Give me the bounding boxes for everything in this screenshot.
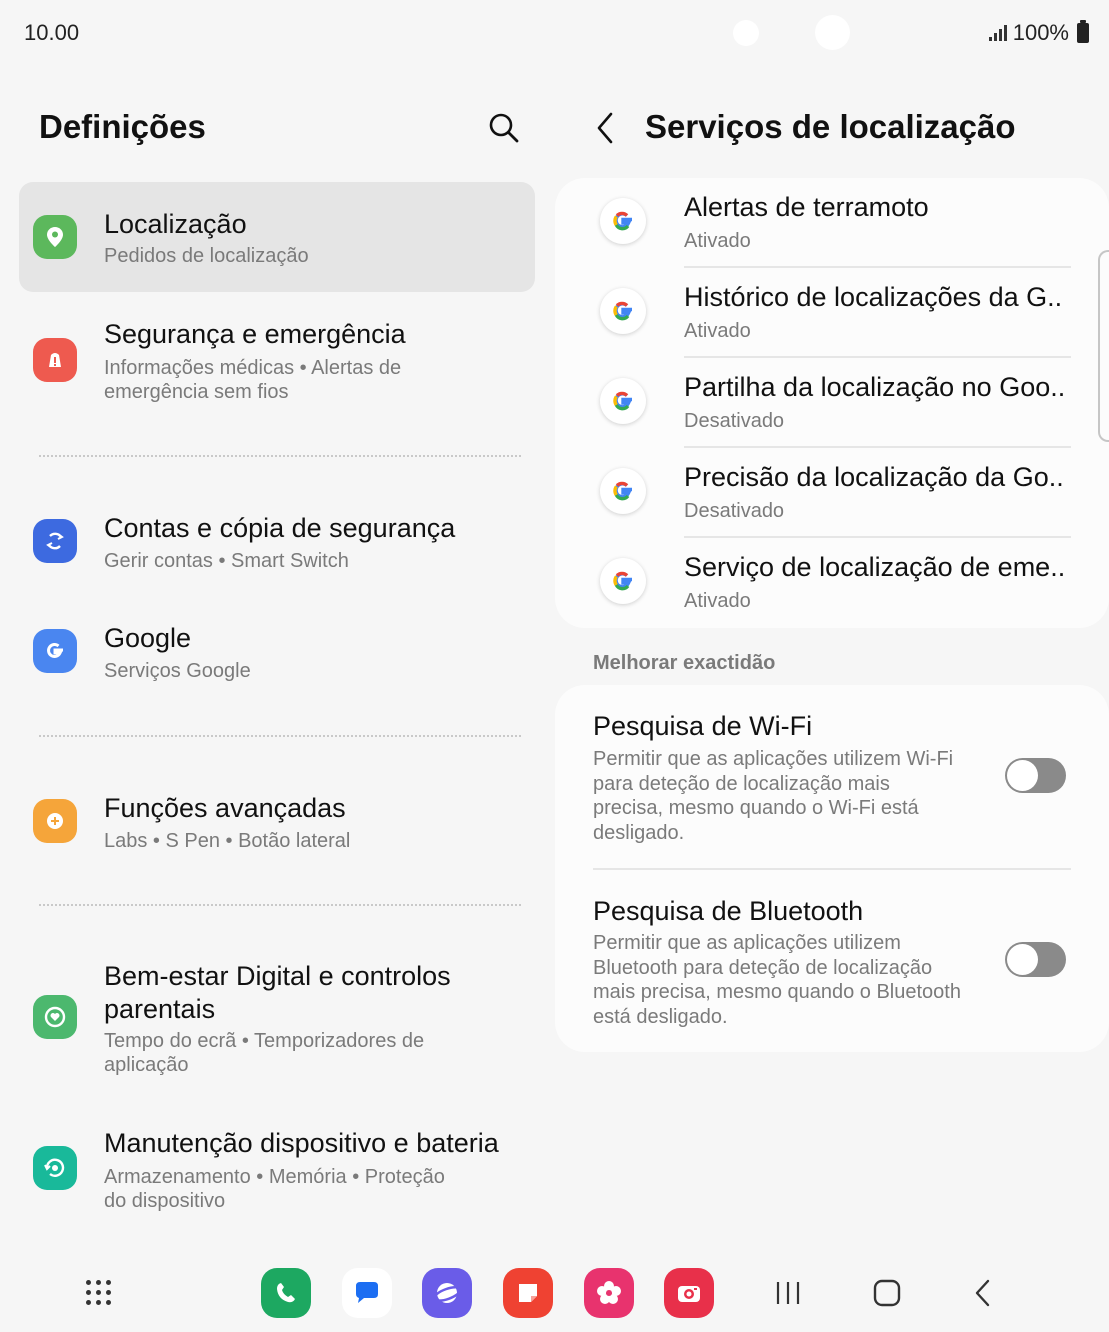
toggle-description: Permitir que as aplicações utilizem Blue… bbox=[593, 932, 961, 1028]
page-title: Serviços de localização bbox=[645, 108, 1016, 145]
settings-item-wellbeing[interactable]: Bem-estar Digital e controlos parentais … bbox=[19, 944, 535, 1094]
settings-item-subtitle: Gerir contas • Smart Switch bbox=[104, 550, 349, 572]
device-care-icon bbox=[33, 1146, 77, 1190]
google-icon bbox=[600, 198, 646, 244]
settings-item-accounts[interactable]: Contas e cópia de segurança Gerir contas… bbox=[19, 494, 535, 594]
search-icon bbox=[489, 113, 519, 143]
wifi-scanning-item[interactable]: Pesquisa de Wi-Fi Permitir que as aplica… bbox=[555, 685, 1109, 870]
google-service-title: Partilha da localização no Goo.. bbox=[684, 372, 1066, 402]
settings-item-title: Bem-estar Digital e controlos parentais bbox=[104, 961, 451, 1024]
chevron-left-icon bbox=[597, 112, 613, 144]
notes-app-icon[interactable] bbox=[503, 1268, 553, 1318]
settings-item-title: Segurança e emergência bbox=[104, 319, 406, 349]
battery-icon bbox=[1077, 20, 1089, 43]
toggle-description: Permitir que as aplicações utilizem Wi-F… bbox=[593, 748, 954, 844]
section-divider bbox=[39, 455, 521, 457]
gear-plus-icon bbox=[33, 799, 77, 843]
settings-item-device-care[interactable]: Manutenção dispositivo e bateria Armazen… bbox=[19, 1119, 535, 1229]
google-service-status: Desativado bbox=[684, 500, 785, 522]
settings-item-google[interactable]: Google Serviços Google bbox=[19, 604, 535, 704]
section-header: Melhorar exactidão bbox=[593, 652, 776, 674]
settings-item-subtitle: Armazenamento • Memória • Proteção do di… bbox=[104, 1166, 445, 1212]
toggle-title: Pesquisa de Bluetooth bbox=[593, 896, 864, 926]
location-services-pane: Serviços de localização Alertas de terra… bbox=[555, 64, 1109, 1244]
internet-app-icon[interactable] bbox=[422, 1268, 472, 1318]
location-icon bbox=[33, 215, 77, 259]
search-button[interactable] bbox=[484, 108, 524, 148]
settings-item-location[interactable]: Localização Pedidos de localização bbox=[19, 182, 535, 292]
recents-button[interactable] bbox=[774, 1278, 802, 1308]
google-service-item[interactable]: Alertas de terramoto Ativado bbox=[555, 178, 1109, 268]
emergency-icon bbox=[33, 338, 77, 382]
sync-icon bbox=[33, 519, 77, 563]
status-time: 10.00 bbox=[24, 20, 80, 45]
bluetooth-scanning-item[interactable]: Pesquisa de Bluetooth Permitir que as ap… bbox=[555, 870, 1109, 1052]
google-service-item[interactable]: Histórico de localizações da G.. Ativado bbox=[555, 268, 1109, 358]
camera-app-icon[interactable] bbox=[664, 1268, 714, 1318]
google-icon bbox=[600, 558, 646, 604]
google-service-item[interactable]: Partilha da localização no Goo.. Desativ… bbox=[555, 358, 1109, 448]
google-services-card: Alertas de terramoto Ativado Histórico d… bbox=[555, 178, 1109, 628]
status-bar: 10.00 100% bbox=[0, 0, 1109, 64]
google-service-title: Alertas de terramoto bbox=[684, 192, 929, 222]
accuracy-card: Pesquisa de Wi-Fi Permitir que as aplica… bbox=[555, 685, 1109, 1052]
settings-list-pane: Definições Localização Pedidos de locali… bbox=[0, 64, 555, 1244]
settings-item-title: Funções avançadas bbox=[104, 793, 346, 823]
settings-item-title: Localização bbox=[104, 209, 247, 239]
signal-icon bbox=[988, 25, 1007, 41]
google-icon bbox=[600, 378, 646, 424]
edge-panel-handle[interactable] bbox=[1098, 250, 1109, 442]
camera-cutout bbox=[815, 15, 850, 50]
settings-item-title: Contas e cópia de segurança bbox=[104, 513, 456, 543]
back-nav-button[interactable] bbox=[970, 1278, 996, 1308]
section-divider bbox=[39, 904, 521, 906]
battery-percentage: 100% bbox=[1012, 20, 1069, 45]
settings-item-subtitle: Tempo do ecrã • Temporizadores de aplica… bbox=[104, 1030, 425, 1076]
google-service-title: Histórico de localizações da G.. bbox=[684, 282, 1063, 312]
page-title: Definições bbox=[39, 108, 206, 145]
taskbar bbox=[0, 1250, 1109, 1332]
gallery-app-icon[interactable] bbox=[584, 1268, 634, 1318]
apps-grid-icon[interactable] bbox=[86, 1280, 112, 1306]
settings-item-subtitle: Informações médicas • Alertas de emergên… bbox=[104, 357, 402, 403]
home-button[interactable] bbox=[872, 1278, 902, 1308]
settings-item-title: Manutenção dispositivo e bateria bbox=[104, 1128, 499, 1158]
google-service-status: Ativado bbox=[684, 590, 751, 612]
settings-item-subtitle: Pedidos de localização bbox=[104, 245, 309, 267]
settings-item-subtitle: Serviços Google bbox=[104, 660, 251, 682]
settings-item-safety[interactable]: Segurança e emergência Informações médic… bbox=[19, 304, 535, 434]
google-service-status: Ativado bbox=[684, 230, 751, 252]
google-icon bbox=[600, 288, 646, 334]
google-service-item[interactable]: Serviço de localização de eme.. Ativado bbox=[555, 538, 1109, 628]
google-service-status: Desativado bbox=[684, 410, 785, 432]
google-service-status: Ativado bbox=[684, 320, 751, 342]
google-icon bbox=[600, 468, 646, 514]
recents-icon bbox=[776, 1282, 800, 1304]
settings-item-advanced[interactable]: Funções avançadas Labs • S Pen • Botão l… bbox=[19, 774, 535, 874]
home-icon bbox=[873, 1279, 901, 1307]
wellbeing-icon bbox=[33, 995, 77, 1039]
camera-cutout bbox=[733, 20, 759, 46]
bluetooth-scanning-toggle[interactable] bbox=[1005, 942, 1066, 977]
messages-app-icon[interactable] bbox=[342, 1268, 392, 1318]
status-indicators: 100% bbox=[988, 20, 1089, 46]
phone-app-icon[interactable] bbox=[261, 1268, 311, 1318]
google-service-title: Serviço de localização de eme.. bbox=[684, 552, 1066, 582]
settings-item-subtitle: Labs • S Pen • Botão lateral bbox=[104, 830, 351, 852]
section-divider bbox=[39, 735, 521, 737]
toggle-title: Pesquisa de Wi-Fi bbox=[593, 711, 813, 741]
back-icon bbox=[975, 1279, 990, 1307]
wifi-scanning-toggle[interactable] bbox=[1005, 758, 1066, 793]
google-service-item[interactable]: Precisão da localização da Go.. Desativa… bbox=[555, 448, 1109, 538]
back-button[interactable] bbox=[591, 108, 621, 148]
google-service-title: Precisão da localização da Go.. bbox=[684, 462, 1064, 492]
settings-item-title: Google bbox=[104, 623, 192, 653]
google-g-icon bbox=[33, 629, 77, 673]
